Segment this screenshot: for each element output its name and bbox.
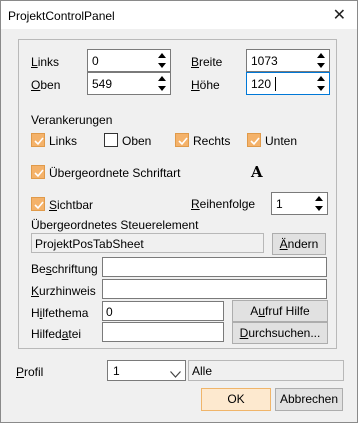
order-label: Reihenfolge <box>191 197 256 211</box>
cancel-button[interactable]: Abbrechen <box>275 388 343 411</box>
close-icon[interactable]: ✕ <box>333 5 346 25</box>
profile-description-field: Alle <box>188 360 344 381</box>
parent-control-heading: Übergeordnetes Steuerelement <box>31 218 199 232</box>
parent-font-label: Übergeordnete Schriftart <box>49 166 181 180</box>
spinner-arrows-icon[interactable] <box>316 52 326 69</box>
caption-input[interactable] <box>102 257 327 277</box>
spinner-arrows-icon[interactable] <box>314 195 324 212</box>
profile-label: Profil <box>16 365 44 379</box>
anchor-rechts-label: Rechts <box>193 134 231 148</box>
dialog-window: ProjektControlPanel ✕ Links 0 Breite 107… <box>0 0 358 423</box>
title-bar: ProjektControlPanel ✕ <box>1 1 357 29</box>
breite-label: Breite <box>191 55 223 69</box>
oben-label: Oben <box>31 78 61 92</box>
window-title: ProjektControlPanel <box>8 9 115 23</box>
links-spinner[interactable]: 0 <box>87 49 171 72</box>
hoehe-label: Höhe <box>191 78 220 92</box>
tooltip-label: Kurzhinweis <box>31 284 96 298</box>
helpfile-input[interactable] <box>102 322 224 342</box>
oben-value: 549 <box>92 77 113 91</box>
helptopic-label: Hilfethema <box>31 306 89 320</box>
chevron-down-icon[interactable] <box>170 367 181 381</box>
anchor-rechts-checkbox[interactable] <box>175 133 189 147</box>
links-value: 0 <box>92 54 99 68</box>
parent-control-value: ProjektPosTabSheet <box>35 237 144 251</box>
anchor-unten-label: Unten <box>265 134 298 148</box>
oben-spinner[interactable]: 549 <box>87 72 171 95</box>
hoehe-spinner[interactable]: 120 <box>246 72 330 95</box>
visible-label: Sichtbar <box>49 198 94 212</box>
helptopic-value: 0 <box>106 305 113 319</box>
anchor-oben-label: Oben <box>122 134 152 148</box>
anchor-unten-checkbox[interactable] <box>247 133 261 147</box>
breite-spinner[interactable]: 1073 <box>246 49 330 72</box>
parent-control-field: ProjektPosTabSheet <box>31 233 264 253</box>
links-label: Links <box>31 55 60 69</box>
visible-checkbox[interactable] <box>31 197 45 211</box>
text-cursor <box>275 77 276 91</box>
font-sample-icon[interactable]: A <box>251 163 263 181</box>
order-spinner[interactable]: 1 <box>271 192 328 215</box>
browse-button[interactable]: Durchsuchen... <box>232 322 328 344</box>
anchor-oben-checkbox[interactable] <box>104 133 118 147</box>
spinner-arrows-icon[interactable] <box>316 75 326 92</box>
anchors-heading: Verankerungen <box>31 113 113 127</box>
call-help-button[interactable]: Aufruf Hilfe <box>232 300 328 322</box>
parent-font-checkbox[interactable] <box>31 165 45 179</box>
caption-label: Beschriftung <box>31 262 98 276</box>
ok-button[interactable]: OK <box>201 388 271 411</box>
breite-value: 1073 <box>251 54 278 68</box>
profile-value: 1 <box>113 364 120 378</box>
profile-description: Alle <box>192 364 213 378</box>
spinner-arrows-icon[interactable] <box>157 52 167 69</box>
profile-select[interactable]: 1 <box>107 360 186 381</box>
helpfile-label: Hilfedatei <box>31 327 82 341</box>
tooltip-input[interactable] <box>102 279 327 299</box>
anchor-links-checkbox[interactable] <box>31 133 45 147</box>
order-value: 1 <box>276 197 283 211</box>
spinner-arrows-icon[interactable] <box>157 75 167 92</box>
hoehe-value: 120 <box>251 77 272 91</box>
change-parent-button[interactable]: Ändern <box>272 233 326 255</box>
helptopic-input[interactable]: 0 <box>102 301 224 321</box>
anchor-links-label: Links <box>49 134 78 148</box>
